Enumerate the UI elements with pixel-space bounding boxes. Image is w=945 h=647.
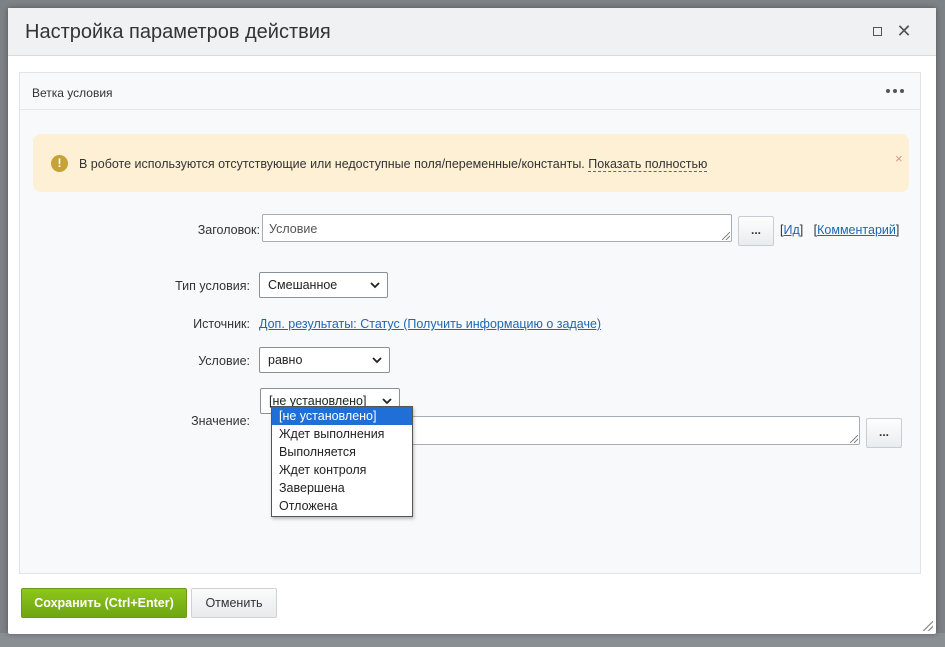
background-strip xyxy=(0,633,945,647)
warning-alert: ! В роботе используются отсутствующие ил… xyxy=(33,134,909,192)
dialog-title: Настройка параметров действия xyxy=(25,21,331,43)
title-links: [Ид] [Комментарий] xyxy=(780,223,900,237)
title-field-value: Условие xyxy=(269,222,318,236)
value-picker-button[interactable]: ... xyxy=(866,418,902,448)
condition-value: равно xyxy=(268,353,303,367)
dropdown-option[interactable]: [не установлено] xyxy=(272,407,412,425)
condition-branch-panel: Ветка условия ! В роботе используются от… xyxy=(19,72,921,574)
title-field[interactable]: Условие xyxy=(262,214,732,242)
chevron-down-icon xyxy=(382,398,392,405)
more-menu-icon[interactable] xyxy=(886,89,904,93)
close-button[interactable]: ✕ xyxy=(894,21,914,41)
source-link[interactable]: Доп. результаты: Статус (Получить информ… xyxy=(259,317,601,331)
resize-grip-icon[interactable] xyxy=(722,232,730,240)
chevron-down-icon xyxy=(372,357,382,364)
source-label: Источник: xyxy=(193,317,250,331)
comment-link[interactable]: Комментарий xyxy=(817,223,896,237)
save-button[interactable]: Сохранить (Ctrl+Enter) xyxy=(21,588,187,618)
dropdown-option[interactable]: Ждет контроля xyxy=(272,461,412,479)
value-field[interactable] xyxy=(400,416,860,445)
value-dropdown-list: [не установлено] Ждет выполнения Выполня… xyxy=(271,406,413,517)
title-picker-button[interactable]: ... xyxy=(738,216,774,246)
warning-icon: ! xyxy=(51,155,68,172)
panel-title: Ветка условия xyxy=(32,86,113,100)
action-settings-dialog: Настройка параметров действия ✕ Ветка ус… xyxy=(8,8,936,634)
condition-type-select[interactable]: Смешанное xyxy=(259,272,388,298)
condition-select[interactable]: равно xyxy=(259,347,390,373)
dialog-header: Настройка параметров действия ✕ xyxy=(8,8,936,56)
show-full-link[interactable]: Показать полностью xyxy=(588,157,708,172)
dropdown-option[interactable]: Отложена xyxy=(272,497,412,515)
panel-header: Ветка условия xyxy=(20,73,920,110)
cancel-button[interactable]: Отменить xyxy=(191,588,277,618)
chevron-down-icon xyxy=(370,282,380,289)
alert-message: В роботе используются отсутствующие или … xyxy=(79,157,585,171)
alert-text: В роботе используются отсутствующие или … xyxy=(79,157,708,172)
alert-close-icon[interactable]: × xyxy=(895,151,903,166)
maximize-icon xyxy=(872,26,882,36)
resize-grip-icon[interactable] xyxy=(850,435,858,443)
maximize-button[interactable] xyxy=(867,21,887,41)
condition-type-value: Смешанное xyxy=(268,278,338,292)
condition-type-label: Тип условия: xyxy=(175,279,250,293)
dropdown-option[interactable]: Ждет выполнения xyxy=(272,425,412,443)
dialog-resize-icon[interactable] xyxy=(923,621,933,631)
condition-label: Условие: xyxy=(198,354,250,368)
value-label: Значение: xyxy=(191,414,250,428)
dropdown-option[interactable]: Завершена xyxy=(272,479,412,497)
dropdown-option[interactable]: Выполняется xyxy=(272,443,412,461)
close-icon: ✕ xyxy=(896,21,912,41)
title-label: Заголовок: xyxy=(197,223,260,237)
id-link[interactable]: Ид xyxy=(783,223,799,237)
